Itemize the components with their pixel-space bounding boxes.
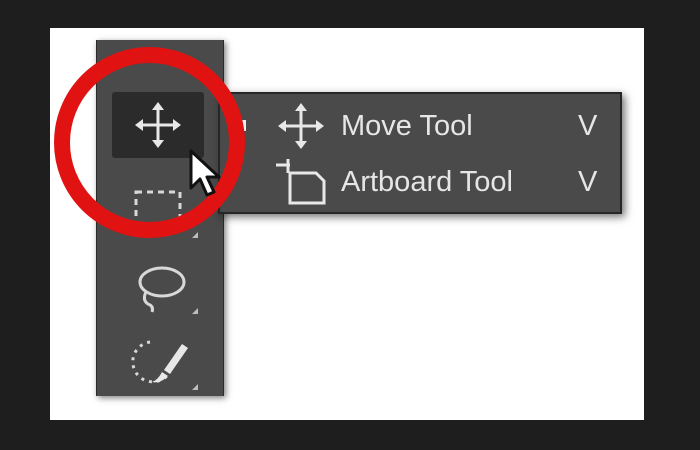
quick-selection-icon	[131, 340, 188, 384]
menu-item-shortcut: V	[578, 166, 598, 198]
submenu-indicator-icon	[192, 308, 198, 314]
tools-panel	[96, 40, 224, 396]
mouse-pointer-icon	[189, 149, 221, 197]
lasso-tool-button[interactable]	[112, 254, 204, 320]
menu-item-label: Artboard Tool	[341, 166, 513, 198]
menu-item-artboard-tool[interactable]: Artboard Tool V	[220, 154, 620, 210]
menu-item-move-tool[interactable]: Move Tool V	[220, 98, 620, 154]
artboard-icon	[276, 159, 326, 205]
lasso-icon	[138, 266, 186, 313]
submenu-indicator-icon	[192, 232, 198, 238]
selected-indicator-icon	[235, 120, 246, 131]
move-icon	[278, 103, 324, 149]
panel-grip[interactable]	[132, 54, 182, 62]
menu-item-label: Move Tool	[341, 110, 473, 142]
menu-item-shortcut: V	[578, 110, 598, 142]
submenu-indicator-icon	[192, 384, 198, 390]
tool-flyout-menu: Move Tool V Artboard Tool V	[218, 92, 622, 214]
quick-selection-tool-button[interactable]	[112, 330, 204, 396]
